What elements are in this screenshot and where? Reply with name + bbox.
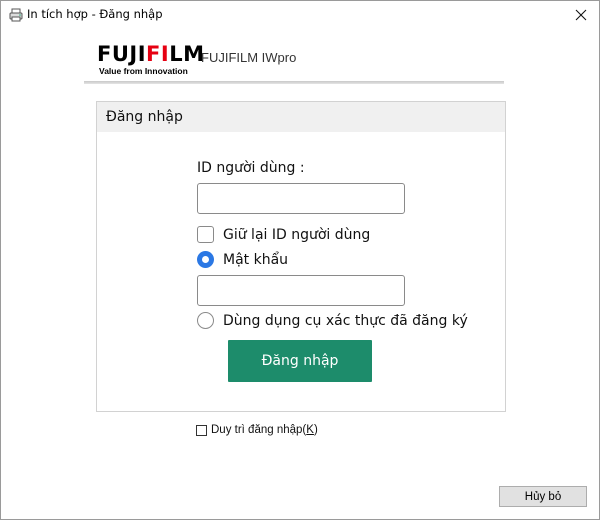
- user-id-label: ID người dùng :: [197, 160, 305, 176]
- password-option-label: Mật khẩu: [223, 251, 289, 268]
- user-id-input[interactable]: [197, 183, 405, 214]
- login-dialog: In tích hợp - Đăng nhập FUJIFILM Value f…: [0, 0, 600, 520]
- cancel-button[interactable]: Hủy bỏ: [499, 486, 587, 507]
- remember-id-label: Giữ lại ID người dùng: [223, 226, 371, 243]
- title-bar: In tích hợp - Đăng nhập: [1, 1, 599, 29]
- printer-icon: [9, 7, 23, 22]
- brand-logo: FUJIFILM Value from Innovation: [97, 43, 204, 76]
- auth-tool-radio[interactable]: [197, 312, 214, 329]
- remember-id-checkbox[interactable]: [197, 226, 214, 243]
- logo-tagline: Value from Innovation: [99, 66, 188, 76]
- auth-tool-option-label: Dùng dụng cụ xác thực đã đăng ký: [223, 312, 468, 329]
- logo-accent: FI: [146, 42, 170, 66]
- panel-title: Đăng nhập: [97, 102, 505, 132]
- password-radio[interactable]: [197, 251, 214, 268]
- keep-signed-in-accelerator: K: [306, 424, 314, 436]
- keep-signed-in-text: Duy trì đăng nhập(: [211, 424, 307, 436]
- keep-signed-in-option[interactable]: Duy trì đăng nhập(K): [196, 424, 318, 436]
- logo-wordmark: FUJIFILM: [97, 43, 204, 65]
- close-icon: [575, 6, 587, 25]
- password-input[interactable]: [197, 275, 405, 306]
- header-divider: [84, 81, 504, 84]
- remember-id-option[interactable]: Giữ lại ID người dùng: [197, 226, 370, 243]
- window-title: In tích hợp - Đăng nhập: [27, 7, 163, 21]
- close-button[interactable]: [563, 1, 599, 29]
- keep-signed-in-label: Duy trì đăng nhập(K): [211, 424, 318, 436]
- keep-signed-in-checkbox[interactable]: [196, 424, 207, 436]
- login-button[interactable]: Đăng nhập: [228, 340, 372, 382]
- logo-suffix: LM: [169, 42, 205, 66]
- password-option[interactable]: Mật khẩu: [197, 251, 288, 268]
- auth-tool-option[interactable]: Dùng dụng cụ xác thực đã đăng ký: [197, 312, 468, 329]
- logo-prefix: FUJI: [97, 42, 147, 66]
- login-panel: Đăng nhập ID người dùng : Giữ lại ID ngư…: [96, 101, 506, 412]
- product-name: FUJIFILM IWpro: [201, 50, 297, 65]
- keep-signed-in-text-end: ): [313, 424, 318, 436]
